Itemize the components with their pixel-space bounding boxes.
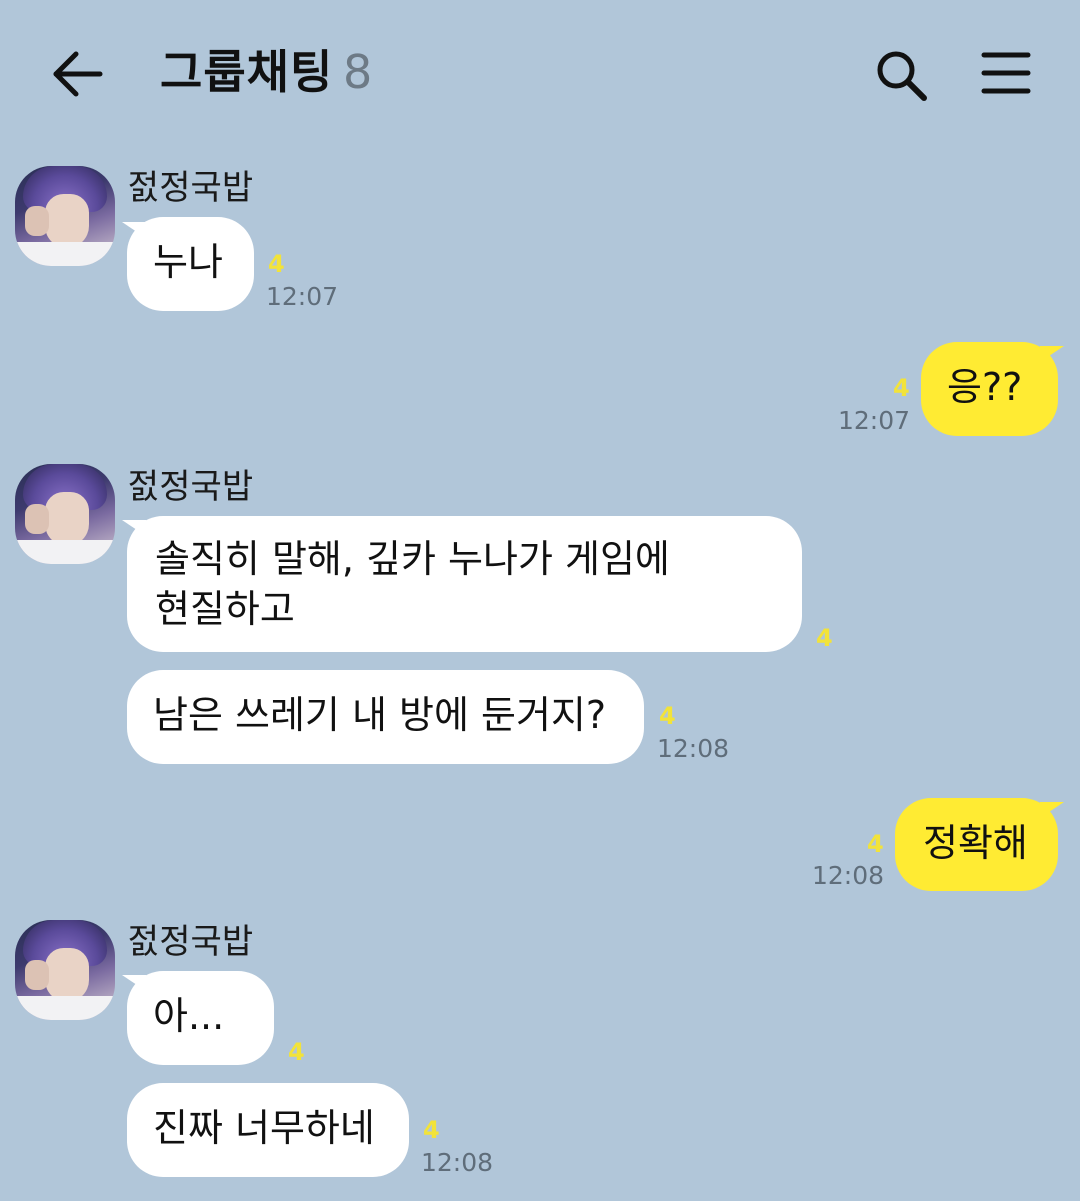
back-arrow-icon: [53, 51, 103, 97]
avatar-face: [45, 948, 89, 1002]
bubble-tail: [1040, 802, 1064, 818]
message-time: 12:08: [812, 861, 885, 890]
unread-count: 4: [816, 624, 833, 652]
message-bubble[interactable]: 남은 쓰레기 내 방에 둔거지?: [127, 670, 644, 764]
unread-count: 4: [893, 374, 910, 402]
unread-count: 4: [268, 250, 285, 278]
message-bubble[interactable]: 솔직히 말해, 깊카 누나가 게임에 현질하고: [127, 516, 802, 652]
message-time: 12:07: [838, 406, 911, 435]
message-line: 솔직히 말해, 깊카 누나가 게임에: [155, 537, 670, 581]
sender-avatar[interactable]: [15, 920, 115, 1020]
sender-name: 젌정국밥: [128, 467, 254, 507]
avatar-face: [45, 492, 89, 546]
sender-name: 젌정국밥: [128, 168, 254, 208]
chat-title: 그룹채팅: [160, 45, 334, 99]
my-message-bubble[interactable]: 정확해: [895, 798, 1058, 891]
message-time: 12:08: [421, 1148, 494, 1177]
chat-header: 그룹채팅 8: [0, 0, 1080, 145]
unread-count: 4: [867, 830, 884, 858]
message-line: 현질하고: [155, 587, 295, 631]
avatar-face: [45, 194, 89, 248]
message-bubble[interactable]: 아...: [127, 971, 274, 1065]
message-time: 12:07: [266, 282, 339, 311]
sender-avatar[interactable]: [15, 166, 115, 266]
unread-count: 4: [423, 1116, 440, 1144]
search-button[interactable]: [872, 46, 930, 104]
unread-count: 4: [659, 702, 676, 730]
avatar-shirt: [15, 242, 115, 266]
bubble-tail: [1040, 346, 1064, 362]
message-bubble[interactable]: 누나: [127, 217, 254, 311]
unread-count: 4: [288, 1038, 305, 1066]
search-icon: [877, 51, 927, 101]
avatar-hand: [25, 206, 49, 236]
avatar-shirt: [15, 540, 115, 564]
message-time: 12:08: [657, 734, 730, 763]
my-message-bubble[interactable]: 응??: [921, 342, 1058, 436]
avatar-shirt: [15, 996, 115, 1020]
avatar-hand: [25, 504, 49, 534]
avatar-hand: [25, 960, 49, 990]
menu-button[interactable]: [980, 50, 1032, 96]
sender-name: 젌정국밥: [128, 922, 254, 962]
member-count: 8: [343, 45, 373, 99]
message-bubble[interactable]: 진짜 너무하네: [127, 1083, 409, 1177]
menu-icon: [981, 52, 1031, 94]
sender-avatar[interactable]: [15, 464, 115, 564]
back-button[interactable]: [48, 44, 108, 104]
